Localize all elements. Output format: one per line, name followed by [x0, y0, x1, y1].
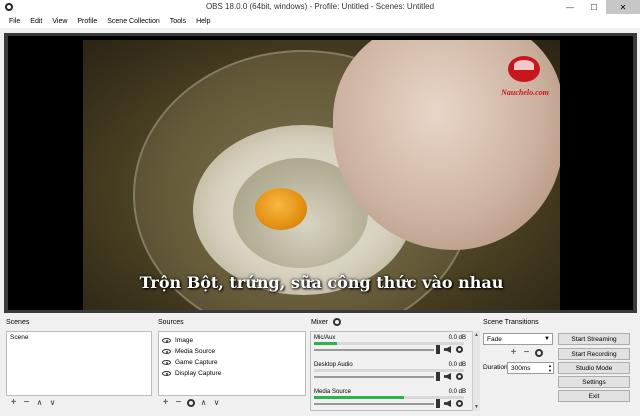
- channel-db: 0.0 dB: [448, 389, 466, 395]
- sources-toolbar: + − ∧ ∨: [161, 397, 221, 409]
- mixer-panel: Mic/Aux 0.0 dB Desktop Audio 0.0 dB Medi…: [310, 331, 480, 411]
- menu-bar: File Edit View Profile Scene Collection …: [0, 14, 640, 28]
- spinner-icon[interactable]: ▲ ▼: [548, 363, 552, 373]
- channel-gear-icon[interactable]: [456, 373, 463, 380]
- eye-icon[interactable]: [162, 349, 171, 354]
- source-item-game-capture[interactable]: Game Capture: [159, 357, 305, 368]
- settings-button[interactable]: Settings: [558, 376, 630, 388]
- scenes-list[interactable]: Scene: [6, 331, 152, 396]
- source-item-media-source[interactable]: Media Source: [159, 346, 305, 357]
- exit-button[interactable]: Exit: [558, 390, 630, 402]
- move-scene-down-button[interactable]: ∨: [48, 398, 57, 408]
- channel-name: Desktop Audio: [314, 362, 353, 368]
- preview-area[interactable]: Nauchelo.com Trộn Bột, trứng, sữa công t…: [4, 33, 637, 313]
- preview-video: Nauchelo.com Trộn Bột, trứng, sữa công t…: [83, 40, 560, 310]
- remove-transition-button[interactable]: −: [522, 348, 531, 358]
- eye-icon[interactable]: [162, 338, 171, 343]
- move-source-down-button[interactable]: ∨: [212, 398, 221, 408]
- source-label: Media Source: [175, 348, 216, 355]
- dropdown-arrow-icon: ▼: [544, 336, 550, 342]
- transition-select[interactable]: Fade ▼: [483, 333, 553, 345]
- close-button[interactable]: ✕: [606, 0, 640, 14]
- mixer-scrollbar[interactable]: ▲ ▼: [472, 331, 480, 411]
- scene-item[interactable]: Scene: [7, 332, 151, 343]
- sources-list[interactable]: Image Media Source Game Capture Display …: [158, 331, 306, 396]
- watermark-logo: Nauchelo.com: [496, 50, 554, 110]
- scroll-up-icon[interactable]: ▲: [474, 332, 479, 338]
- source-label: Display Capture: [175, 370, 222, 377]
- minimize-button[interactable]: —: [558, 0, 582, 14]
- scenes-title: Scenes: [6, 319, 30, 326]
- menu-tools[interactable]: Tools: [165, 18, 191, 25]
- menu-edit[interactable]: Edit: [25, 18, 47, 25]
- transitions-title: Scene Transitions: [483, 319, 539, 326]
- volume-slider[interactable]: [314, 403, 434, 405]
- volume-slider-handle[interactable]: [436, 399, 440, 408]
- volume-slider-handle[interactable]: [436, 345, 440, 354]
- channel-db: 0.0 dB: [448, 335, 466, 341]
- channel-gear-icon[interactable]: [456, 346, 463, 353]
- volume-meter: [314, 369, 464, 372]
- menu-file[interactable]: File: [4, 18, 25, 25]
- mixer-channel-media-source: Media Source 0.0 dB: [311, 386, 479, 410]
- maximize-button[interactable]: ☐: [582, 0, 606, 14]
- title-bar: OBS 18.0.0 (64bit, windows) - Profile: U…: [0, 0, 640, 14]
- remove-source-button[interactable]: −: [174, 398, 183, 408]
- studio-mode-button[interactable]: Studio Mode: [558, 362, 630, 374]
- move-scene-up-button[interactable]: ∧: [35, 398, 44, 408]
- channel-name: Mic/Aux: [314, 335, 336, 341]
- volume-meter: [314, 342, 464, 345]
- add-scene-button[interactable]: +: [9, 398, 18, 408]
- source-item-image[interactable]: Image: [159, 335, 305, 346]
- menu-scene-collection[interactable]: Scene Collection: [102, 18, 165, 25]
- mixer-header: Mixer: [311, 318, 342, 326]
- mixer-title: Mixer: [311, 318, 329, 326]
- egg-yolk: [255, 188, 307, 230]
- source-properties-gear-icon[interactable]: [187, 399, 195, 407]
- meter-fill: [314, 342, 337, 345]
- source-label: Game Capture: [175, 359, 218, 366]
- source-item-display-capture[interactable]: Display Capture: [159, 368, 305, 379]
- eye-icon[interactable]: [162, 371, 171, 376]
- source-label: Image: [175, 337, 194, 344]
- start-streaming-button[interactable]: Start Streaming: [558, 333, 630, 345]
- window-controls: — ☐ ✕: [558, 0, 640, 14]
- speaker-icon[interactable]: [444, 346, 451, 353]
- remove-scene-button[interactable]: −: [22, 398, 31, 408]
- channel-gear-icon[interactable]: [456, 400, 463, 407]
- mixer-channel-mic-aux: Mic/Aux 0.0 dB: [311, 332, 479, 359]
- video-subtitle: Trộn Bột, trứng, sữa công thức vào nhau: [139, 273, 504, 292]
- volume-slider[interactable]: [314, 349, 434, 351]
- transition-selected: Fade: [487, 336, 502, 343]
- speaker-icon[interactable]: [444, 373, 451, 380]
- meter-fill: [314, 396, 404, 399]
- transition-gear-icon[interactable]: [535, 349, 543, 357]
- duration-input[interactable]: 300ms ▲ ▼: [507, 362, 554, 374]
- channel-name: Media Source: [314, 389, 352, 395]
- speaker-icon[interactable]: [444, 400, 451, 407]
- volume-slider-handle[interactable]: [436, 372, 440, 381]
- mixer-gear-icon[interactable]: [333, 318, 342, 326]
- add-source-button[interactable]: +: [161, 398, 170, 408]
- watermark-text: Nauchelo.com: [501, 88, 549, 97]
- move-source-up-button[interactable]: ∧: [199, 398, 208, 408]
- eye-icon[interactable]: [162, 360, 171, 365]
- sources-title: Sources: [158, 319, 184, 326]
- start-recording-button[interactable]: Start Recording: [558, 348, 630, 360]
- duration-value: 300ms: [511, 365, 531, 372]
- menu-view[interactable]: View: [47, 18, 72, 25]
- window-title: OBS 18.0.0 (64bit, windows) - Profile: U…: [205, 2, 435, 11]
- duration-label: Duration: [483, 364, 508, 371]
- volume-slider[interactable]: [314, 376, 434, 378]
- mixer-channel-desktop-audio: Desktop Audio 0.0 dB: [311, 359, 479, 386]
- add-transition-button[interactable]: +: [509, 348, 518, 358]
- scroll-down-icon[interactable]: ▼: [474, 404, 479, 410]
- menu-profile[interactable]: Profile: [72, 18, 102, 25]
- volume-meter: [314, 396, 464, 399]
- scenes-toolbar: + − ∧ ∨: [9, 397, 57, 409]
- menu-help[interactable]: Help: [191, 18, 215, 25]
- channel-db: 0.0 dB: [448, 362, 466, 368]
- bowl-logo-icon: [508, 56, 540, 82]
- transition-toolbar: + −: [509, 348, 543, 358]
